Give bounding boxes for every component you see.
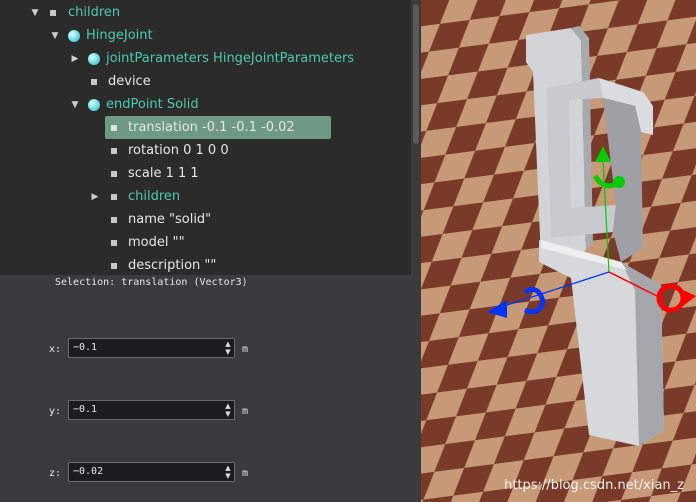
z-label: z:: [49, 468, 62, 479]
3d-viewport[interactable]: https://blog.csdn.net/xian_z: [421, 0, 696, 502]
tree-node-label: HingeJoint: [86, 28, 153, 43]
tree-node-scale[interactable]: scale 1 1 1: [0, 163, 405, 185]
chevron-right-icon[interactable]: ▶: [90, 192, 100, 202]
tree-node-name[interactable]: name "solid": [0, 209, 405, 231]
node-sphere-icon: [88, 53, 100, 65]
tree-node-model[interactable]: model "": [0, 232, 405, 254]
tree-node-label: translation -0.1 -0.1 -0.02: [128, 120, 295, 135]
x-unit: m: [242, 344, 249, 355]
tree-node-label: model "": [128, 235, 185, 250]
tree-node-label: name "solid": [128, 212, 212, 227]
node-bullet-icon: [111, 125, 117, 131]
node-sphere-icon: [68, 30, 80, 42]
tree-node-label: rotation 0 1 0 0: [128, 143, 229, 158]
tree-node-label: scale 1 1 1: [128, 166, 199, 181]
y-value: −0.1: [73, 404, 98, 415]
node-bullet-icon: [111, 194, 117, 200]
chevron-down-icon[interactable]: ▼: [50, 31, 60, 41]
tree-node-translation[interactable]: translation -0.1 -0.1 -0.02: [0, 117, 405, 139]
y-unit: m: [242, 406, 249, 417]
tree-node-label: jointParameters HingeJointParameters: [106, 51, 355, 66]
chevron-down-icon[interactable]: ▼: [70, 100, 80, 110]
y-field[interactable]: −0.1 ▲ ▼: [68, 400, 235, 420]
left-panel: ▼ children ▼ HingeJoint ▶ jointParameter…: [0, 0, 421, 502]
x-field[interactable]: −0.1 ▲ ▼: [68, 338, 235, 358]
node-bullet-icon: [111, 148, 117, 154]
tree-node-children[interactable]: ▼ children: [0, 2, 405, 24]
watermark-text: https://blog.csdn.net/xian_z: [504, 478, 684, 493]
tree-node-children-inner[interactable]: ▶ children: [0, 186, 405, 208]
tree-scrollbar-thumb[interactable]: [413, 4, 419, 144]
x-value: −0.1: [73, 342, 98, 353]
y-label: y:: [49, 406, 62, 417]
x-label: x:: [49, 344, 62, 355]
tree-node-hingejoint[interactable]: ▼ HingeJoint: [0, 25, 405, 47]
tree-node-label: device: [108, 74, 151, 89]
z-unit: m: [242, 468, 249, 479]
tree-node-label: endPoint Solid: [106, 97, 199, 112]
tree-node-endpoint[interactable]: ▼ endPoint Solid: [0, 94, 405, 116]
node-bullet-icon: [111, 263, 117, 269]
tree-node-label: children: [128, 189, 181, 204]
tree-node-description[interactable]: description "": [0, 255, 405, 275]
node-bullet-icon: [91, 79, 97, 85]
node-bullet-icon: [111, 240, 117, 246]
scene-tree[interactable]: ▼ children ▼ HingeJoint ▶ jointParameter…: [0, 0, 421, 275]
z-spinner[interactable]: ▲ ▼: [224, 464, 232, 480]
tree-node-device[interactable]: device: [0, 71, 405, 93]
viewport-scene: [421, 0, 696, 502]
node-bullet-icon: [50, 10, 56, 16]
z-value: −0.02: [73, 466, 104, 477]
node-bullet-icon: [111, 171, 117, 177]
tree-node-label: children: [68, 5, 121, 20]
tree-node-jointparameters[interactable]: ▶ jointParameters HingeJointParameters: [0, 48, 405, 70]
tree-node-rotation[interactable]: rotation 0 1 0 0: [0, 140, 405, 162]
z-field[interactable]: −0.02 ▲ ▼: [68, 462, 235, 482]
chevron-down-icon[interactable]: ▼: [30, 8, 40, 18]
node-sphere-icon: [88, 99, 100, 111]
tree-node-label: description "": [128, 258, 217, 273]
node-bullet-icon: [111, 217, 117, 223]
selection-title: Selection: translation (Vector3): [55, 277, 248, 288]
chevron-right-icon[interactable]: ▶: [70, 54, 80, 64]
x-spinner[interactable]: ▲ ▼: [224, 340, 232, 356]
field-editor-panel: Selection: translation (Vector3) x: −0.1…: [0, 275, 421, 502]
y-spinner[interactable]: ▲ ▼: [224, 402, 232, 418]
